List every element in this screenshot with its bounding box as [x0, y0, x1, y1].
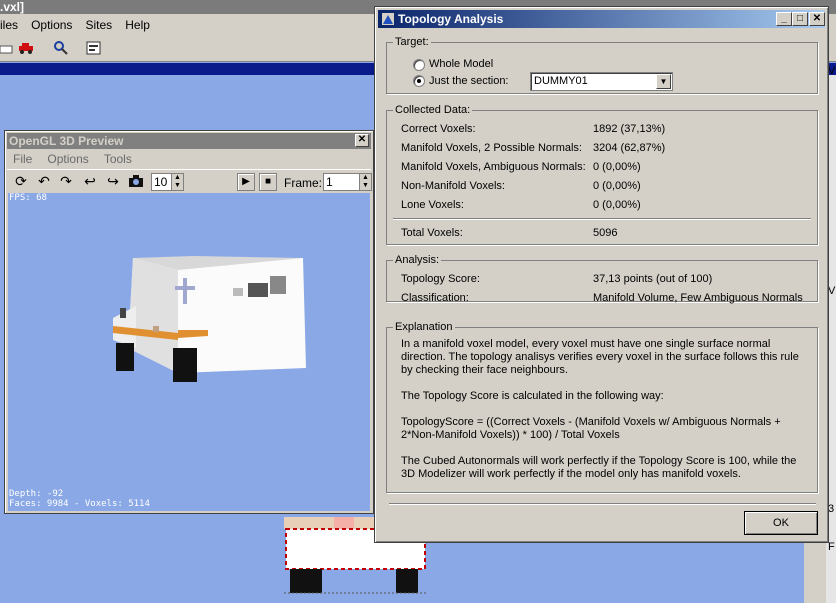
redo-icon[interactable]: ↪ [104, 173, 122, 189]
spin-up-icon[interactable]: ▲ [172, 174, 183, 182]
non-manifold-label: Non-Manifold Voxels: [401, 180, 505, 192]
preview-canvas[interactable]: FPS: 68 Depth: -92 Faces: 9984 - Voxels:… [8, 193, 370, 511]
menu-options[interactable]: Options [26, 14, 77, 32]
spin-down-icon[interactable]: ▼ [172, 182, 183, 190]
classification-value: Manifold Volume, Few Ambiguous Normals [593, 292, 803, 304]
preview-menu-tools[interactable]: Tools [98, 150, 138, 166]
close-button[interactable]: ✕ [809, 12, 825, 26]
footer-separator [389, 503, 816, 505]
explanation-legend: Explanation [395, 321, 453, 333]
app-icon [382, 13, 394, 25]
preview-close-button[interactable]: ✕ [355, 134, 369, 147]
minimize-button[interactable]: _ [776, 12, 792, 26]
ok-button[interactable]: OK [744, 511, 818, 535]
total-voxels-value: 5096 [593, 227, 618, 239]
whole-model-label[interactable]: Whole Model [429, 58, 493, 70]
manifold-2normals-value: 3204 (62,87%) [593, 142, 666, 154]
stop-button[interactable]: ■ [259, 173, 277, 191]
frame-spinner-value[interactable]: 1 [323, 173, 359, 191]
right-label-1: V [828, 65, 836, 77]
explanation-formula: TopologyScore = ((Correct Voxels - (Mani… [401, 416, 781, 441]
camera-icon[interactable] [127, 173, 145, 189]
rotate-right-icon[interactable]: ↷ [57, 173, 75, 189]
dialog-title: Topology Analysis [398, 12, 504, 26]
topology-analysis-dialog: Topology Analysis _ □ ✕ Target: Whole Mo… [374, 6, 829, 543]
analysis-legend: Analysis: [395, 254, 440, 266]
menu-file[interactable]: iles [0, 14, 23, 32]
manifold-ambiguous-value: 0 (0,00%) [593, 161, 641, 173]
play-button[interactable]: ▶ [237, 173, 255, 191]
preview-menu-options[interactable]: Options [41, 150, 94, 166]
faces-voxels-readout: Faces: 9984 - Voxels: 5114 [9, 499, 150, 509]
target-group: Target: Whole Model Just the section: DU… [386, 36, 818, 94]
manifold-ambiguous-label: Manifold Voxels, Ambiguous Normals: [401, 161, 586, 173]
explanation-text: In a manifold voxel model, every voxel m… [401, 338, 811, 494]
fps-readout: FPS: 68 [9, 193, 47, 203]
ambulance-3d-model [113, 256, 306, 382]
chevron-down-icon[interactable]: ▼ [656, 74, 671, 89]
right-label-2: V [828, 285, 836, 297]
collected-data-group: Collected Data: Correct Voxels: 1892 (37… [386, 104, 818, 245]
whole-model-radio[interactable] [413, 59, 425, 71]
topology-score-value: 37,13 points (out of 100) [593, 273, 713, 285]
preview-menubar: File Options Tools [7, 150, 371, 168]
preview-menu-file[interactable]: File [7, 150, 38, 166]
lone-voxels-label: Lone Voxels: [401, 199, 464, 211]
manifold-2normals-label: Manifold Voxels, 2 Possible Normals: [401, 142, 582, 154]
properties-icon[interactable] [86, 41, 102, 55]
maximize-button[interactable]: □ [792, 12, 808, 26]
frame-label: Frame: [284, 176, 323, 190]
topology-score-label: Topology Score: [401, 273, 480, 285]
non-manifold-value: 0 (0,00%) [593, 180, 641, 192]
target-legend: Target: [395, 36, 429, 48]
opengl-preview-window: OpenGL 3D Preview ✕ File Options Tools ⟳… [4, 130, 374, 514]
frame-up-icon[interactable]: ▲ [360, 174, 371, 182]
search-icon[interactable] [53, 41, 69, 55]
explanation-group: Explanation In a manifold voxel model, e… [386, 321, 818, 493]
menu-help[interactable]: Help [120, 14, 155, 32]
frame-spinner-buttons[interactable]: ▲ ▼ [359, 173, 372, 191]
just-section-radio[interactable] [413, 75, 425, 87]
classification-label: Classification: [401, 292, 469, 304]
explanation-paragraph-4: The Cubed Autonormals will work perfectl… [401, 455, 797, 480]
depth-readout: Depth: -92 [9, 489, 64, 499]
zoom-spinner-buttons[interactable]: ▲ ▼ [171, 173, 184, 191]
car-icon[interactable] [18, 41, 34, 55]
correct-voxels-value: 1892 (37,13%) [593, 123, 666, 135]
preview-toolbar: ⟳ ↶ ↷ ↩ ↪ 10 ▲ ▼ ▶ ■ Frame: 1 ▲ ▼ [7, 169, 372, 193]
preview-title: OpenGL 3D Preview [9, 134, 124, 148]
section-dropdown[interactable]: DUMMY01 ▼ [530, 72, 673, 91]
right-label-4: F [828, 541, 835, 553]
reset-rotation-icon[interactable]: ⟳ [12, 173, 30, 189]
preview-titlebar[interactable]: OpenGL 3D Preview ✕ [7, 133, 371, 149]
zoom-spinner-value[interactable]: 10 [151, 173, 171, 191]
undo-icon[interactable]: ↩ [81, 173, 99, 189]
open-icon[interactable] [0, 41, 16, 55]
explanation-paragraph-2: The Topology Score is calculated in the … [401, 390, 664, 402]
collected-legend: Collected Data: [395, 104, 471, 116]
correct-voxels-label: Correct Voxels: [401, 123, 476, 135]
explanation-paragraph-1: In a manifold voxel model, every voxel m… [401, 338, 799, 376]
dialog-titlebar[interactable]: Topology Analysis _ □ ✕ [378, 10, 825, 28]
just-section-label[interactable]: Just the section: [429, 75, 509, 87]
total-voxels-label: Total Voxels: [401, 227, 463, 239]
rotate-left-icon[interactable]: ↶ [35, 173, 53, 189]
analysis-group: Analysis: Topology Score: 37,13 points (… [386, 254, 818, 304]
collected-separator [393, 218, 811, 220]
section-dropdown-value: DUMMY01 [534, 75, 588, 87]
menu-sites[interactable]: Sites [81, 14, 118, 32]
lone-voxels-value: 0 (0,00%) [593, 199, 641, 211]
frame-down-icon[interactable]: ▼ [360, 182, 371, 190]
